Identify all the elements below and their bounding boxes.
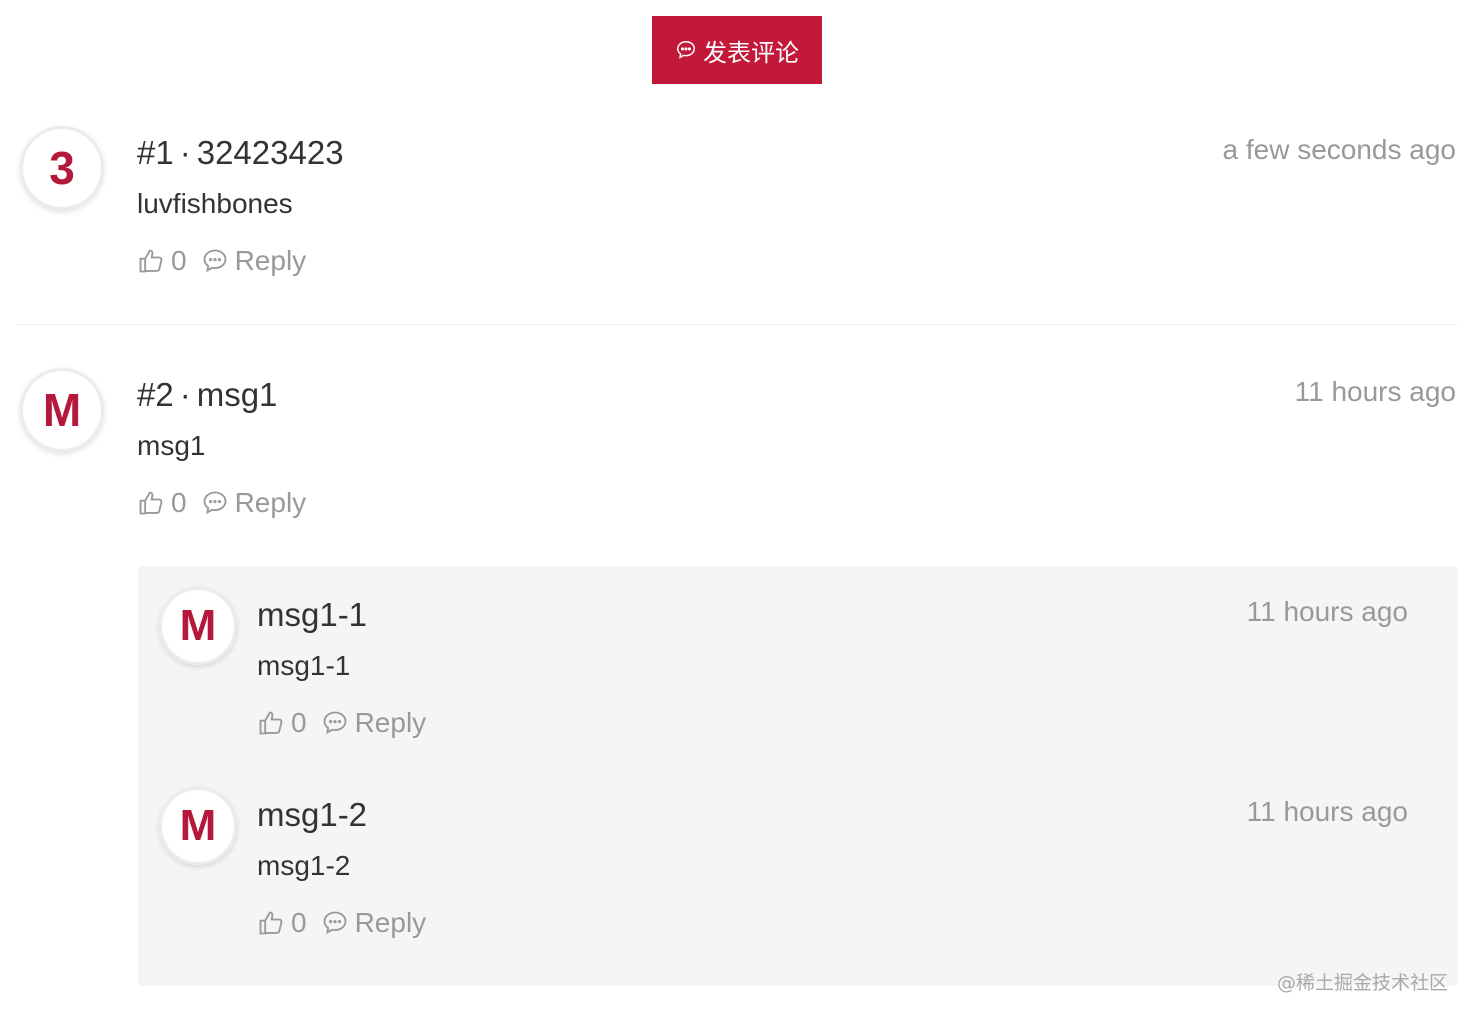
thumbs-up-icon — [139, 491, 163, 515]
reply-author: msg1-1 — [257, 596, 368, 633]
avatar[interactable]: M — [20, 368, 104, 452]
reply-label: Reply — [354, 907, 427, 938]
like-button[interactable]: 0 — [137, 487, 187, 519]
comment-index: #1 — [137, 134, 174, 171]
watermark: @稀土掘金技术社区 — [1276, 972, 1448, 994]
thumbs-up-icon — [139, 249, 163, 273]
like-button[interactable]: 0 — [257, 707, 307, 739]
reply-chat-icon — [323, 711, 347, 735]
reply-label: Reply — [234, 487, 307, 518]
thumbs-up-icon — [259, 711, 283, 735]
reply-button[interactable]: Reply — [201, 487, 307, 519]
comment-content: msg1 — [137, 430, 206, 461]
avatar[interactable]: M — [159, 787, 237, 865]
comment-header: #1 · 32423423 — [137, 134, 344, 172]
comment-author: 32423423 — [196, 134, 344, 171]
comment-time: 11 hours ago — [1294, 376, 1456, 407]
reply-actions: 0 Reply — [257, 905, 426, 941]
like-count: 0 — [171, 487, 187, 518]
comment-header: #2 · msg1 — [137, 376, 277, 414]
reply-chat-icon — [203, 491, 227, 515]
reply-content: msg1-1 — [257, 650, 351, 681]
reply-button[interactable]: Reply — [321, 707, 427, 739]
separator: · — [179, 134, 191, 171]
avatar[interactable]: M — [159, 587, 237, 665]
comment-author: msg1 — [196, 376, 278, 413]
comment-content: luvfishbones — [137, 188, 293, 219]
divider — [18, 324, 1458, 325]
like-count: 0 — [291, 907, 307, 938]
reply-label: Reply — [354, 707, 427, 738]
thumbs-up-icon — [259, 911, 283, 935]
avatar[interactable]: 3 — [20, 126, 104, 210]
chat-bubble-icon — [677, 41, 695, 59]
reply-time: 11 hours ago — [1246, 796, 1408, 827]
reply-author: msg1-2 — [257, 796, 368, 833]
like-count: 0 — [171, 245, 187, 276]
reply-time: 11 hours ago — [1246, 596, 1408, 627]
comment-actions: 0 Reply — [137, 243, 306, 279]
like-button[interactable]: 0 — [257, 907, 307, 939]
comment-time: a few seconds ago — [1222, 134, 1457, 165]
like-count: 0 — [291, 707, 307, 738]
reply-label: Reply — [234, 245, 307, 276]
reply-chat-icon — [203, 249, 227, 273]
reply-chat-icon — [323, 911, 347, 935]
like-button[interactable]: 0 — [137, 245, 187, 277]
separator: · — [179, 376, 191, 413]
post-comment-button[interactable]: 发表评论 — [652, 16, 822, 84]
reply-content: msg1-2 — [257, 850, 351, 881]
reply-button[interactable]: Reply — [321, 907, 427, 939]
reply-actions: 0 Reply — [257, 705, 426, 741]
reply-button[interactable]: Reply — [201, 245, 307, 277]
comment-section: 发表评论 3 #1 · 32423423 a few seconds ago luv… — [0, 0, 1474, 1018]
comment-index: #2 — [137, 376, 174, 413]
post-comment-label: 发表评论 — [703, 38, 799, 67]
comment-actions: 0 Reply — [137, 485, 306, 521]
